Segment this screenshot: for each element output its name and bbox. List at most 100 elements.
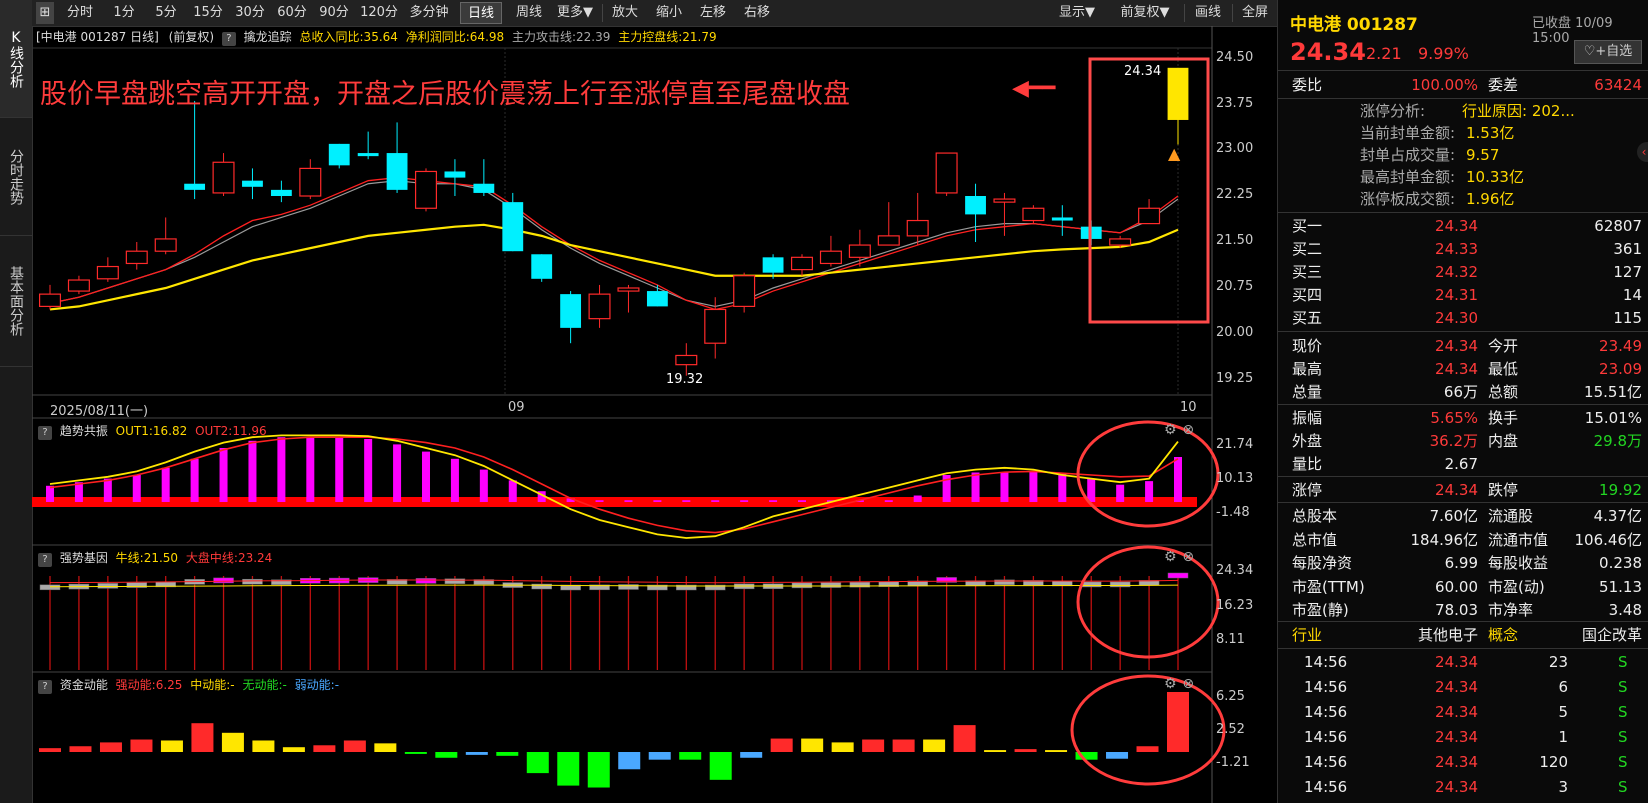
panel3-bar [587,752,610,788]
concept-label[interactable]: 概念 [1488,623,1518,647]
panel3-bar [557,752,580,786]
price-tick: 19.25 [1216,371,1254,386]
panel3-title[interactable]: 资金动能 [60,678,108,692]
annotation-arrow-icon: ◀━━ [1012,76,1056,101]
panel1-tick: -1.48 [1216,505,1250,520]
panel1-bar [508,480,517,502]
weicha-value: 63424 [1594,76,1642,94]
panel3-none: 无动能:- [242,678,287,692]
panel1-bar [393,444,402,502]
candle-body [560,294,582,328]
panel3-controls: ⚙ ⊗ [1164,676,1204,692]
bid-label: 买二 [1292,240,1323,258]
candle-body [125,250,148,265]
quote-label: 今开 [1488,337,1519,355]
quote-value: 23.09 [1599,360,1642,378]
candle-body [848,244,871,258]
limit-up-value: 24.34 [1435,481,1478,499]
panel1-bar [595,500,604,502]
bid-volume: 14 [1622,286,1642,304]
bid-volume: 127 [1613,263,1642,281]
panel1-bar [884,500,893,502]
panel2-marker [39,584,61,591]
candle-body [1109,238,1132,246]
bid-row[interactable]: 买二 24.33 361 [1278,237,1648,261]
panel3-header: ? 资金动能 强动能:6.25 中动能:- 无动能:- 弱动能:- [34,676,339,694]
quote-row: 总量 66万 总额 15.51亿 [1278,380,1648,404]
stat-label: 换手 [1488,409,1519,427]
concept-value[interactable]: 国企改革 [1548,623,1642,647]
industry-value[interactable]: 其他电子 [1380,623,1478,647]
panel3-bar [221,732,244,752]
limit-up-label: 涨停 [1292,481,1323,499]
panel1-bar [1087,478,1096,502]
help-icon[interactable]: ? [38,553,52,567]
panel1-bar [798,500,806,502]
bid-row[interactable]: 买四 24.31 14 [1278,283,1648,307]
quote-value: 24.34 [1435,360,1478,378]
bid-price: 24.34 [1435,217,1478,235]
date-mid: 09 [508,400,525,415]
fund-value: 184.96亿 [1410,530,1479,549]
candle-body [38,293,62,307]
tick-price: 24.34 [1435,653,1478,671]
tick-price: 24.34 [1435,678,1478,696]
close-icon[interactable]: ⊗ [1182,422,1194,438]
close-icon[interactable]: ⊗ [1182,549,1194,565]
bid-label: 买一 [1292,217,1323,235]
panel1-bar [161,467,170,502]
close-icon[interactable]: ⊗ [1182,676,1194,692]
panel1-title[interactable]: 趋势共振 [60,424,108,438]
stat-label: 量比 [1292,455,1323,473]
limit-info-value: 1.96亿 [1466,190,1515,208]
fund-value: 3.48 [1608,601,1642,619]
tick-side: S [1618,678,1628,696]
bid-row[interactable]: 买五 24.30 115 [1278,306,1648,330]
candle-body [762,257,784,273]
bid-price: 24.33 [1435,240,1478,258]
candle-body [733,275,756,308]
panel2-marker [820,582,842,588]
quote-label: 总额 [1488,383,1519,401]
panel3-tick: 6.25 [1216,689,1245,704]
candle-body [212,161,235,194]
panel2-title[interactable]: 强势基因 [60,551,108,565]
panel3-bar [374,743,397,752]
price-tick: 21.50 [1216,233,1254,248]
industry-label[interactable]: 行业 [1292,623,1322,647]
tick-price: 24.34 [1435,728,1478,746]
panel2-marker [444,578,466,584]
help-icon[interactable]: ? [38,426,52,440]
fund-row: 市盈(TTM) 60.00 市盈(动) 51.13 [1278,575,1648,599]
fund-label: 总市值 [1292,530,1338,549]
panel3-bar [99,742,122,752]
bid-row[interactable]: 买一 24.34 62807 [1278,214,1648,238]
panel1-bar [306,437,315,502]
panel1-bar [219,448,228,502]
tick-time: 14:56 [1304,728,1348,746]
tick-volume: 1 [1558,728,1568,746]
candle-body [1138,207,1161,225]
candle-body [965,196,986,215]
highlight-circle [1070,674,1226,786]
quote-value: 15.51亿 [1584,383,1642,401]
add-favorite-button[interactable]: ♡+自选 [1574,40,1642,64]
tick-volume: 6 [1558,678,1568,696]
fund-row: 总市值 184.96亿 流通市值 106.46亿 [1278,528,1648,552]
fund-value: 7.60亿 [1429,507,1478,525]
gear-icon[interactable]: ⚙ [1164,422,1177,438]
panel3-bar [313,745,336,752]
gear-icon[interactable]: ⚙ [1164,549,1177,565]
stat-value: 5.65% [1430,409,1478,427]
fund-label: 每股收益 [1488,554,1549,572]
gear-icon[interactable]: ⚙ [1164,676,1177,692]
candle-body [67,279,90,292]
panel2-marker [97,583,119,589]
tick-time: 14:56 [1304,703,1348,721]
fund-label: 市盈(静) [1292,601,1349,619]
fund-row: 每股净资 6.99 每股收益 0.238 [1278,551,1648,575]
panel2-tick: 16.23 [1216,598,1254,613]
help-icon[interactable]: ? [38,680,52,694]
bid-row[interactable]: 买三 24.32 127 [1278,260,1648,284]
panel3-bar [404,752,427,754]
